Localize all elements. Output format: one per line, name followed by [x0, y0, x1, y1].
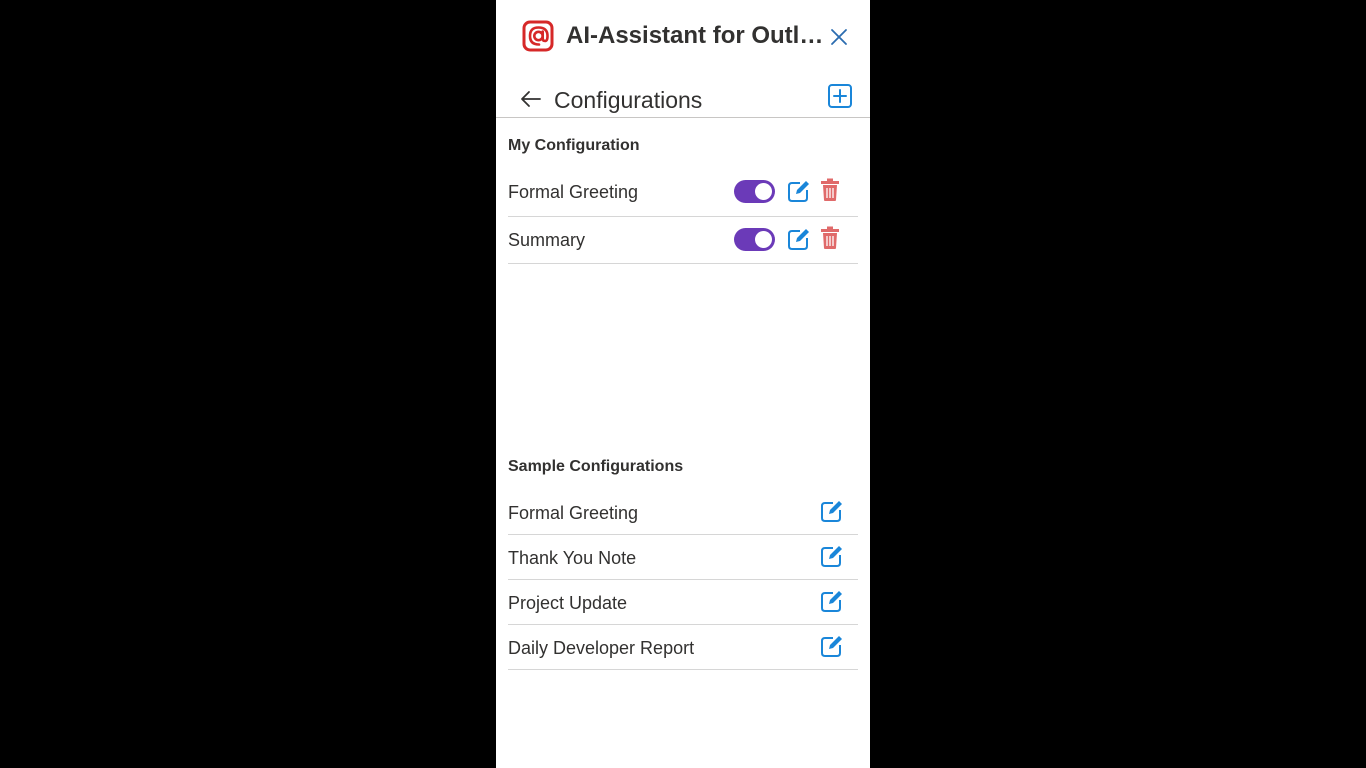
trash-icon — [821, 226, 839, 249]
sample-config-row: Thank You Note — [508, 535, 858, 580]
my-config-row: Formal Greeting — [508, 170, 858, 217]
delete-button[interactable] — [819, 226, 845, 252]
trash-icon — [821, 178, 839, 201]
edit-icon — [788, 229, 809, 250]
config-label: Project Update — [508, 593, 628, 613]
edit-icon — [821, 546, 842, 567]
config-label: Thank You Note — [508, 548, 637, 568]
sample-config-row: Formal Greeting — [508, 490, 858, 535]
edit-button[interactable] — [819, 633, 845, 659]
sample-config-row: Daily Developer Report — [508, 625, 858, 670]
sample-configurations-heading: Sample Configurations — [508, 458, 684, 475]
edit-button[interactable] — [819, 498, 845, 524]
edit-icon — [821, 591, 842, 612]
edit-icon — [821, 636, 842, 657]
title-bar: AI-Assistant for Outlook — [496, 0, 870, 72]
edit-icon — [821, 501, 842, 522]
my-configuration-heading: My Configuration — [508, 137, 640, 154]
addin-panel: AI-Assistant for Outlook Configurations … — [496, 0, 870, 768]
sample-config-row: Project Update — [508, 580, 858, 625]
add-configuration-button[interactable] — [826, 82, 854, 110]
my-config-row: Summary — [508, 217, 858, 264]
config-label: Summary — [508, 230, 586, 250]
nav-bar: Configurations — [496, 76, 870, 118]
toggle-knob — [755, 183, 772, 200]
edit-button[interactable] — [819, 588, 845, 614]
enable-toggle[interactable] — [734, 228, 775, 251]
enable-toggle[interactable] — [734, 180, 775, 203]
edit-icon — [788, 181, 809, 202]
config-label: Daily Developer Report — [508, 638, 695, 658]
page-title: Configurations — [554, 87, 703, 113]
edit-button[interactable] — [819, 543, 845, 569]
close-button[interactable] — [826, 24, 852, 50]
edit-button[interactable] — [786, 178, 812, 204]
arrow-left-icon — [521, 91, 541, 107]
delete-button[interactable] — [819, 178, 845, 204]
edit-button[interactable] — [786, 226, 812, 252]
plus-square-icon — [828, 84, 852, 108]
config-label: Formal Greeting — [508, 503, 639, 523]
at-sign-logo-icon — [522, 20, 554, 52]
toggle-knob — [755, 231, 772, 248]
app-title: AI-Assistant for Outlook — [566, 22, 826, 49]
back-button[interactable] — [518, 86, 544, 112]
config-label: Formal Greeting — [508, 182, 639, 202]
close-icon — [831, 29, 847, 45]
